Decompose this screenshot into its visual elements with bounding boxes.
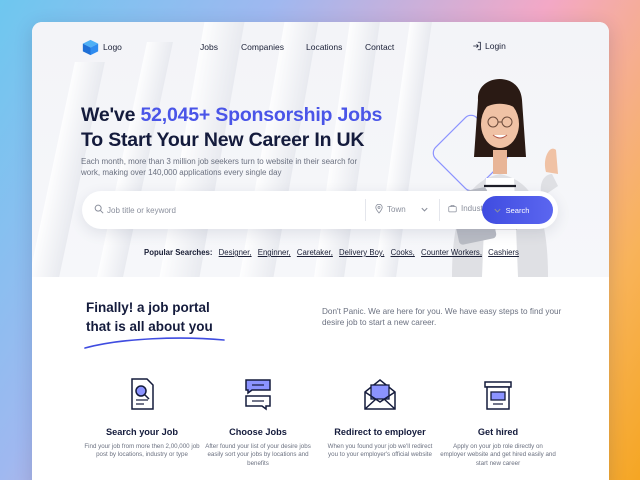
page-card: Logo Jobs Companies Locations Contact Lo… <box>32 22 609 480</box>
feature-description: Find your job from more then 2,00,000 jo… <box>84 443 200 459</box>
popular-search-link[interactable]: Designer, <box>219 248 252 257</box>
intro-title: Finally! a job portal that is all about … <box>86 298 213 336</box>
popular-search-link[interactable]: Cashiers <box>488 248 519 257</box>
chevron-down-icon[interactable] <box>493 206 502 215</box>
underline-swoosh-icon <box>84 337 225 349</box>
feature-get-hired: Get hired Apply on your job role directl… <box>440 374 556 468</box>
feature-title: Get hired <box>477 427 519 437</box>
hero-headline: We've 52,045+ Sponsorship Jobs To Start … <box>81 103 382 153</box>
popular-search-link[interactable]: Caretaker, <box>297 248 333 257</box>
popular-search-link[interactable]: Counter Workers, <box>421 248 482 257</box>
hero-subtext: Each month, more than 3 million job seek… <box>81 157 358 177</box>
job-search-bar: Town Industry Search <box>82 191 558 229</box>
nav-link-jobs[interactable]: Jobs <box>200 42 218 52</box>
feature-choose-jobs: Choose Jobs After found your list of you… <box>200 374 316 468</box>
nav-link-contact[interactable]: Contact <box>365 42 394 52</box>
search-document-icon <box>131 378 154 410</box>
feature-title: Choose Jobs <box>229 427 287 437</box>
intro-text: Don't Panic. We are here for you. We hav… <box>322 307 562 327</box>
town-select[interactable]: Town <box>375 204 406 214</box>
popular-searches: Popular Searches: Designer, Enginner, Ca… <box>144 248 523 257</box>
chat-bubbles-icon <box>245 379 271 411</box>
feature-title: Search your Job <box>106 427 178 437</box>
intro-title-line-1: Finally! a job portal <box>86 300 210 315</box>
feature-redirect-employer: Redirect to employer When you found your… <box>322 374 438 460</box>
chevron-down-icon[interactable] <box>420 205 429 214</box>
popular-search-link[interactable]: Cooks, <box>391 248 415 257</box>
feature-search-job: Search your Job Find your job from more … <box>84 374 200 460</box>
nav-link-companies[interactable]: Companies <box>241 42 284 52</box>
feature-title: Redirect to employer <box>334 427 426 437</box>
job-keyword-input[interactable] <box>107 201 327 219</box>
headline-line-2: To Start Your New Career In UK <box>81 129 365 151</box>
headline-prefix: We've <box>81 104 141 126</box>
login-icon <box>473 41 481 51</box>
headline-highlight: 52,045+ Sponsorship Jobs <box>140 104 383 126</box>
hero-section: Logo Jobs Companies Locations Contact Lo… <box>32 22 609 277</box>
location-pin-icon <box>375 204 383 214</box>
search-divider <box>365 199 366 221</box>
popular-searches-label: Popular Searches: <box>144 248 213 257</box>
feature-description: Apply on your job role directly on emplo… <box>440 443 556 467</box>
woman-with-laptop-image <box>432 78 558 277</box>
briefcase-icon <box>448 205 457 213</box>
search-divider <box>439 199 440 221</box>
login-button[interactable]: Login <box>472 41 506 51</box>
feature-description: After found your list of your desire job… <box>205 443 311 467</box>
mailbox-icon <box>484 381 512 410</box>
envelope-icon <box>364 379 396 410</box>
search-icon <box>94 204 104 214</box>
town-label: Town <box>387 204 406 214</box>
login-label: Login <box>485 41 506 51</box>
nav-link-locations[interactable]: Locations <box>306 42 342 52</box>
feature-description: When you found your job we'll redirect y… <box>327 443 433 459</box>
logo-cube-icon[interactable] <box>82 39 99 56</box>
logo-label[interactable]: Logo <box>103 42 122 52</box>
popular-search-link[interactable]: Delivery Boy, <box>339 248 384 257</box>
popular-search-link[interactable]: Enginner, <box>258 248 291 257</box>
